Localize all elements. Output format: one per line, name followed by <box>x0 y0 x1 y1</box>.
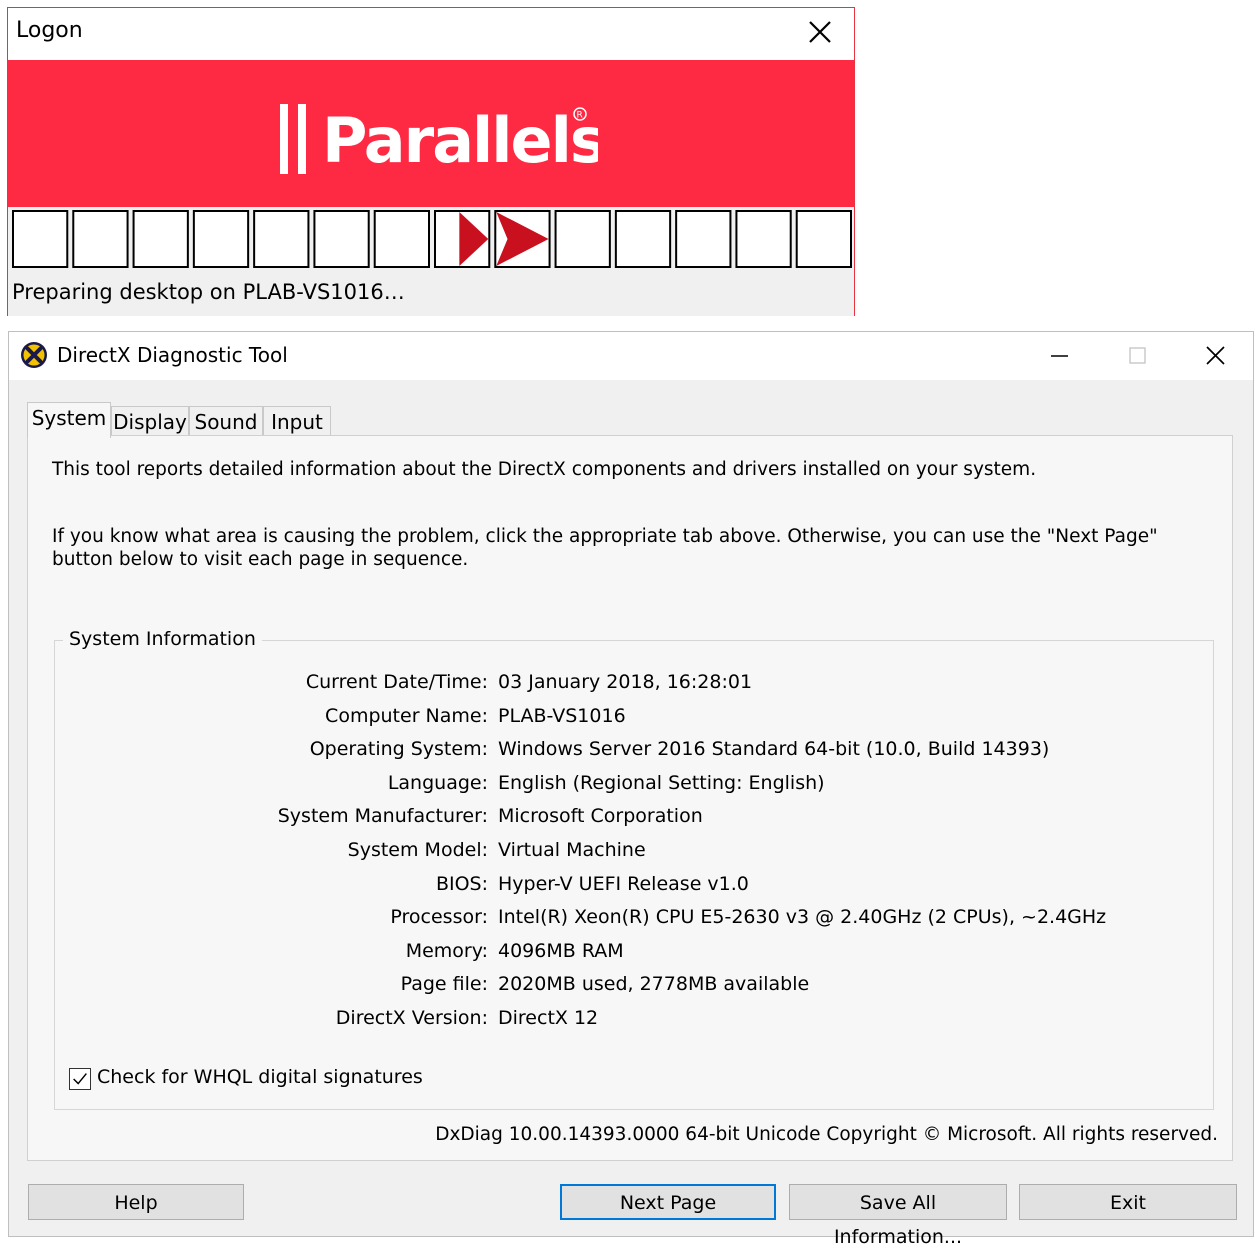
dxdiag-window: DirectX Diagnostic Tool System Display S… <box>8 331 1254 1248</box>
info-row: Computer Name: PLAB-VS1016 <box>55 705 1215 735</box>
system-information-group: System Information Current Date/Time: 03 … <box>54 628 1215 1110</box>
parallels-logo: Parallels R <box>280 104 598 177</box>
logon-title: Logon <box>16 18 83 43</box>
info-row: Language: English (Regional Setting: Engl… <box>55 772 1215 802</box>
logon-titlebar: Logon <box>8 8 854 60</box>
whql-label: Check for WHQL digital signatures <box>97 1066 423 1088</box>
tab-input[interactable]: Input <box>263 406 331 436</box>
copyright-text: DxDiag 10.00.14393.0000 64-bit Unicode C… <box>435 1124 1218 1145</box>
info-value: PLAB-VS1016 <box>498 704 626 727</box>
save-all-information-button[interactable]: Save All Information... <box>789 1184 1007 1248</box>
directx-icon <box>21 342 47 368</box>
help-button[interactable]: Help <box>28 1184 244 1220</box>
instructions-text: If you know what area is causing the pro… <box>52 526 1158 570</box>
dxdiag-titlebar: DirectX Diagnostic Tool <box>9 332 1253 380</box>
info-value: 2020MB used, 2778MB available <box>498 973 810 996</box>
svg-text:R: R <box>577 111 583 121</box>
info-label: System Manufacturer: <box>277 805 488 828</box>
info-label: DirectX Version: <box>335 1007 488 1029</box>
close-icon[interactable] <box>1195 338 1235 374</box>
info-label: Current Date/Time: <box>305 671 488 693</box>
tab-system[interactable]: System <box>27 402 111 438</box>
window-title: DirectX Diagnostic Tool <box>57 343 288 367</box>
info-label: Page file: <box>400 973 488 996</box>
info-row: System Model: Virtual Machine <box>55 839 1215 869</box>
tab-display[interactable]: Display <box>111 406 189 436</box>
progress-bar <box>12 210 852 268</box>
minimize-icon[interactable] <box>1039 338 1079 374</box>
info-value: 03 January 2018, 16:28:01 <box>498 671 753 693</box>
progress-segment <box>72 210 129 268</box>
info-value: DirectX 12 <box>498 1007 599 1029</box>
info-row: Memory: 4096MB RAM <box>55 940 1215 970</box>
info-label: BIOS: <box>435 872 488 895</box>
info-row: BIOS: Hyper-V UEFI Release v1.0 <box>55 873 1215 903</box>
close-icon[interactable] <box>804 16 836 48</box>
info-value: 4096MB RAM <box>498 939 624 962</box>
info-label: Processor: <box>390 906 488 929</box>
maximize-icon[interactable] <box>1117 338 1157 374</box>
info-value: English (Regional Setting: English) <box>498 771 825 794</box>
progress-segment <box>795 210 852 268</box>
info-label: System Model: <box>347 839 488 861</box>
info-value: Hyper-V UEFI Release v1.0 <box>498 872 749 895</box>
parallels-banner: Parallels R <box>8 60 854 207</box>
progress-segment <box>12 210 69 268</box>
info-label: Language: <box>387 771 488 794</box>
logon-dialog: Logon Parallels R Preparing desktop on P… <box>7 7 855 316</box>
info-label: Computer Name: <box>325 704 488 727</box>
info-value: Virtual Machine <box>498 839 646 861</box>
info-label: Operating System: <box>309 738 488 761</box>
progress-segment <box>373 210 431 268</box>
progress-segment <box>253 210 310 268</box>
parallels-brand-text: Parallels <box>322 104 598 177</box>
tab-sound[interactable]: Sound <box>189 406 263 436</box>
info-row: Operating System: Windows Server 2016 Sta… <box>55 738 1215 768</box>
progress-segment <box>675 210 732 268</box>
info-value: Intel(R) Xeon(R) CPU E5-2630 v3 @ 2.40GH… <box>498 906 1107 929</box>
next-page-button[interactable]: Next Page <box>560 1184 776 1220</box>
info-label: Memory: <box>405 939 488 962</box>
system-tab-panel: This tool reports detailed information a… <box>27 435 1233 1161</box>
checkbox-checked-icon[interactable] <box>69 1068 91 1090</box>
info-row: DirectX Version: DirectX 12 <box>55 1007 1215 1037</box>
status-text: Preparing desktop on PLAB-VS1016… <box>12 280 405 304</box>
progress-segment <box>192 210 250 268</box>
info-row: Page file: 2020MB used, 2778MB available <box>55 973 1215 1003</box>
progress-segment <box>313 210 370 268</box>
group-legend: System Information <box>63 628 262 650</box>
info-row: System Manufacturer: Microsoft Corporatio… <box>55 805 1215 835</box>
info-value: Windows Server 2016 Standard 64-bit (10.… <box>498 738 1050 761</box>
progress-segment <box>554 210 611 268</box>
exit-button[interactable]: Exit <box>1019 1184 1237 1220</box>
progress-segment <box>132 210 189 268</box>
info-row: Processor: Intel(R) Xeon(R) CPU E5-2630 v… <box>55 906 1215 936</box>
intro-text: This tool reports detailed information a… <box>52 459 1037 480</box>
progress-segment <box>614 210 672 268</box>
progress-segment <box>735 210 792 268</box>
info-value: Microsoft Corporation <box>498 805 703 828</box>
info-row: Current Date/Time: 03 January 2018, 16:28… <box>55 671 1215 701</box>
